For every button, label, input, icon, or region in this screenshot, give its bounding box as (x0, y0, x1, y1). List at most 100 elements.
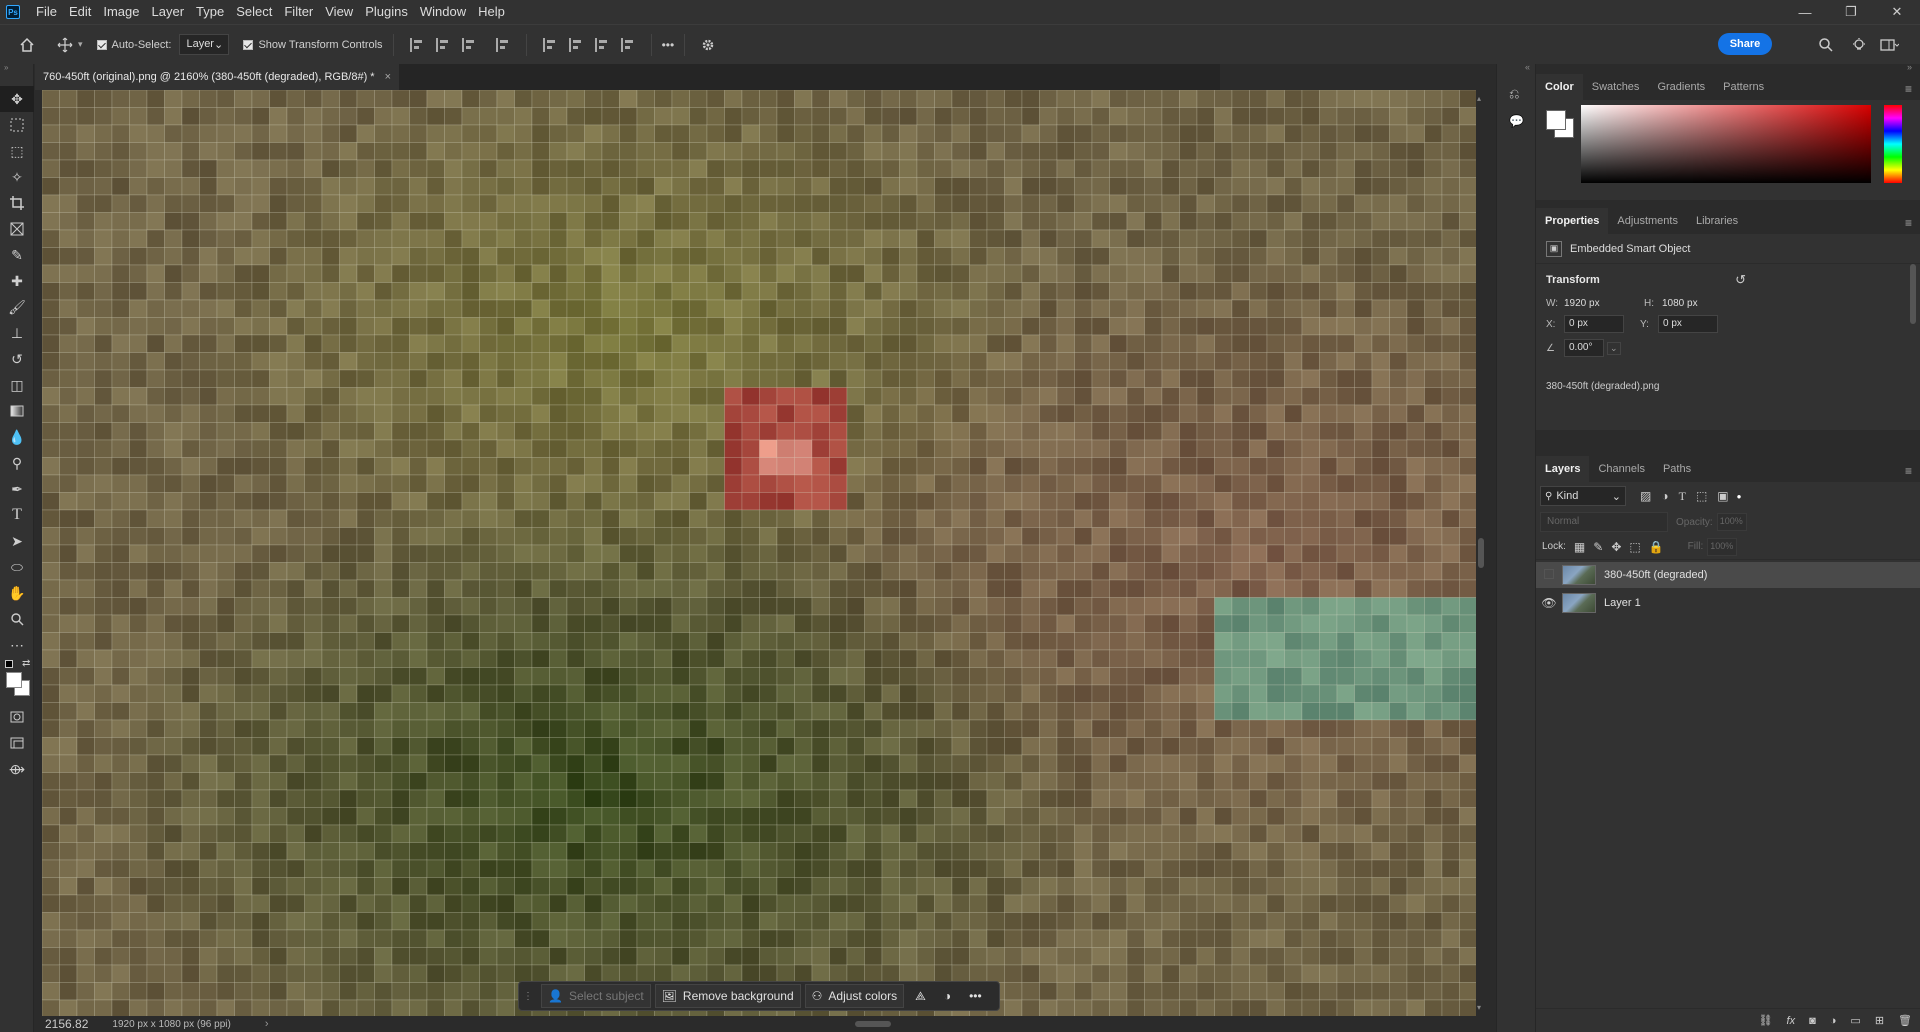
menu-plugins[interactable]: Plugins (359, 0, 414, 24)
new-group-icon[interactable]: ▭ (1850, 1014, 1860, 1027)
close-tab-icon[interactable]: × (385, 71, 391, 83)
gradient-tool-icon[interactable] (0, 398, 34, 424)
properties-scrollbar[interactable] (1910, 264, 1916, 324)
opacity-input[interactable]: 100% (1716, 513, 1747, 531)
more-context-options-button[interactable]: ••• (962, 984, 989, 1008)
zoom-tool-icon[interactable] (0, 606, 34, 632)
link-layers-icon[interactable]: ⛓ (1759, 1014, 1773, 1027)
panel-menu-icon[interactable]: ≡ (1905, 464, 1912, 478)
lock-transparent-pixels-icon[interactable]: ▦ (1574, 540, 1585, 554)
scroll-up-icon[interactable]: ▴ (1477, 94, 1481, 103)
move-tool-preset-icon[interactable] (52, 32, 78, 58)
filter-kind-dropdown[interactable]: ⚲ Kind ⌄ (1540, 486, 1626, 506)
quick-mask-icon[interactable] (0, 704, 34, 730)
hand-tool-icon[interactable]: ✋ (0, 580, 34, 606)
eye-icon[interactable]: 👁 (1536, 596, 1562, 610)
adjustment-layer-icon[interactable]: ◑ (937, 984, 958, 1008)
width-value[interactable]: 1920 px (1564, 298, 1644, 309)
magic-wand-tool-icon[interactable]: ✧ (0, 164, 34, 190)
visibility-toggle-off[interactable] (1536, 568, 1562, 582)
menu-view[interactable]: View (319, 0, 359, 24)
blur-tool-icon[interactable]: 💧 (0, 424, 34, 450)
lock-image-pixels-icon[interactable]: ✎ (1593, 540, 1603, 554)
distribute-vertical-icon[interactable] (495, 37, 510, 52)
lock-artboard-icon[interactable]: ⬚ (1629, 540, 1640, 554)
menu-filter[interactable]: Filter (278, 0, 319, 24)
pen-tool-icon[interactable]: ✒ (0, 476, 34, 502)
align-left-icon[interactable] (409, 37, 424, 52)
scrollbar-thumb[interactable] (1478, 538, 1484, 568)
filter-adjustment-layer-icon[interactable]: ◑ (1661, 489, 1668, 503)
add-mask-icon[interactable]: ◙ (1809, 1015, 1816, 1027)
more-tools-icon[interactable]: ⋯ (0, 632, 34, 658)
generative-edit-icon[interactable]: ⟴ (0, 756, 34, 782)
close-window-button[interactable]: ✕ (1874, 0, 1920, 24)
swap-colors-icon[interactable]: ⇄ (22, 658, 30, 669)
chevron-down-icon[interactable]: ⌄ (1607, 341, 1621, 355)
rectangular-marquee-tool-icon[interactable] (0, 112, 34, 138)
x-position-input[interactable]: 0 px (1564, 315, 1624, 333)
foreground-color-swatch[interactable] (6, 672, 22, 688)
color-swatches[interactable]: ⇄ (0, 658, 33, 704)
history-panel-icon[interactable]: ⎌ (1509, 86, 1519, 102)
spot-healing-brush-icon[interactable]: ✚ (0, 268, 34, 294)
workspace-icon[interactable] (1876, 32, 1902, 58)
gear-icon[interactable] (695, 32, 721, 58)
dodge-tool-icon[interactable]: ⚲ (0, 450, 34, 476)
object-selection-tool-icon[interactable]: ⬚ (0, 138, 34, 164)
frame-tool-icon[interactable] (0, 216, 34, 242)
rotation-angle-input[interactable]: 0.00° (1564, 339, 1604, 357)
screen-mode-icon[interactable] (0, 730, 34, 756)
y-position-input[interactable]: 0 px (1658, 315, 1718, 333)
scrollbar-thumb[interactable] (855, 1021, 892, 1027)
tab-color[interactable]: Color (1536, 74, 1583, 100)
tab-properties[interactable]: Properties (1536, 208, 1609, 234)
layer-name[interactable]: 380-450ft (degraded) (1604, 569, 1707, 581)
path-selection-tool-icon[interactable]: ➤ (0, 528, 34, 554)
transform-icon[interactable]: ⟁ (908, 984, 933, 1008)
align-bottom-icon[interactable] (594, 37, 609, 52)
lock-position-icon[interactable]: ✥ (1611, 540, 1621, 554)
menu-edit[interactable]: Edit (63, 0, 97, 24)
eyedropper-tool-icon[interactable]: ✎ (0, 242, 34, 268)
tab-adjustments[interactable]: Adjustments (1608, 208, 1687, 234)
blend-mode-dropdown[interactable]: Normal (1540, 512, 1668, 532)
filter-pixel-layer-icon[interactable]: ▨ (1640, 489, 1651, 503)
foreground-color-swatch[interactable] (1546, 110, 1566, 130)
home-icon[interactable] (14, 32, 40, 58)
vertical-scrollbar[interactable]: ▴ ▾ (1476, 90, 1486, 1016)
share-button[interactable]: Share (1718, 33, 1772, 55)
align-center-horizontal-icon[interactable] (435, 37, 450, 52)
menu-help[interactable]: Help (472, 0, 511, 24)
search-icon[interactable] (1813, 32, 1839, 58)
layer-row[interactable]: 380-450ft (degraded) (1536, 562, 1920, 588)
menu-select[interactable]: Select (230, 0, 278, 24)
panel-menu-icon[interactable]: ≡ (1905, 82, 1912, 96)
reset-transform-icon[interactable]: ↺ (1735, 272, 1746, 288)
more-options-button[interactable]: ••• (662, 38, 675, 52)
filter-toggle-icon[interactable]: ● (1737, 492, 1742, 501)
fill-input[interactable]: 100% (1707, 537, 1738, 556)
restore-button[interactable]: ❐ (1828, 0, 1874, 24)
menu-image[interactable]: Image (97, 0, 145, 24)
filter-smart-object-icon[interactable]: ▣ (1717, 489, 1728, 503)
image-canvas[interactable] (42, 90, 1476, 1016)
fx-icon[interactable]: fx (1787, 1015, 1796, 1027)
layer-row[interactable]: 👁 Layer 1 (1536, 590, 1920, 616)
distribute-horizontal-icon[interactable] (620, 37, 635, 52)
filter-type-layer-icon[interactable]: T (1679, 489, 1686, 504)
crop-tool-icon[interactable] (0, 190, 34, 216)
status-menu-arrow[interactable]: › (265, 1018, 269, 1030)
document-tab[interactable]: 760-450ft (original).png @ 2160% (380-45… (35, 64, 400, 90)
remove-background-button[interactable]: 🖼 Remove background (654, 984, 801, 1008)
trash-icon[interactable]: 🗑 (1898, 1014, 1912, 1027)
height-value[interactable]: 1080 px (1662, 298, 1698, 309)
eraser-tool-icon[interactable]: ◫ (0, 372, 34, 398)
select-subject-button[interactable]: 👤 Select subject (541, 984, 651, 1008)
hue-slider[interactable] (1884, 105, 1902, 183)
clone-stamp-tool-icon[interactable]: ⊥ (0, 320, 34, 346)
new-layer-icon[interactable]: ⊞ (1875, 1014, 1884, 1027)
move-tool-icon[interactable]: ✥ (0, 86, 34, 112)
collapse-dock-icon[interactable]: » (1907, 62, 1912, 72)
history-brush-tool-icon[interactable]: ↺ (0, 346, 34, 372)
